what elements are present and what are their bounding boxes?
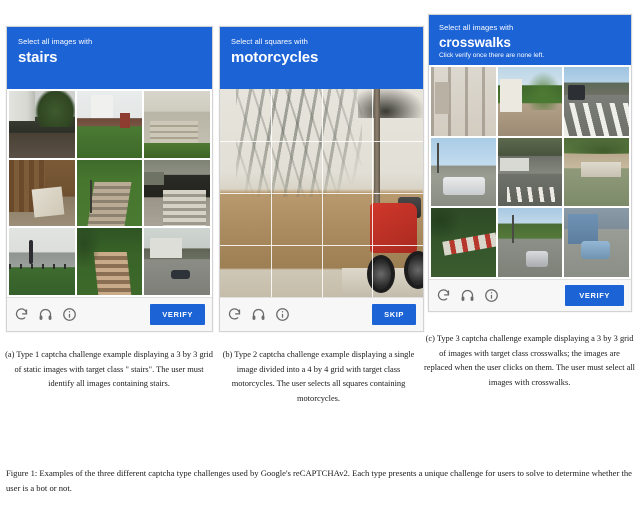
subcaption-a: (a) Type 1 captcha challenge example dis… xyxy=(4,348,214,392)
captcha-tile[interactable] xyxy=(431,67,496,136)
captcha-prompt: Select all images with xyxy=(439,23,514,32)
figure-page: Select all images with stairs VERIFY Sel… xyxy=(0,0,637,507)
captcha-tile[interactable] xyxy=(76,228,143,295)
captcha-tile[interactable] xyxy=(76,91,143,158)
subcaption-text: Type 3 captcha challenge example display… xyxy=(424,334,636,387)
captcha-panel-crosswalks[interactable]: Select all images with crosswalks Click … xyxy=(428,14,632,312)
captcha-tile[interactable] xyxy=(9,91,75,158)
captcha-panel-row: Select all images with stairs VERIFY Sel… xyxy=(0,0,637,332)
captcha-header: Select all images with crosswalks Click … xyxy=(429,15,631,65)
captcha-tile[interactable] xyxy=(564,208,629,277)
captcha-tile[interactable] xyxy=(564,137,629,207)
captcha-tile[interactable] xyxy=(564,67,629,136)
info-icon[interactable] xyxy=(62,307,77,322)
captcha-target-class: motorcycles xyxy=(231,49,319,66)
captcha-card: Select all images with crosswalks Click … xyxy=(428,14,632,312)
subcaption-text: Type 2 captcha challenge example display… xyxy=(231,350,415,403)
captcha-image-grid[interactable] xyxy=(7,89,212,297)
captcha-single-image-grid[interactable] xyxy=(220,89,423,297)
captcha-target-class: stairs xyxy=(18,49,58,66)
captcha-tile[interactable] xyxy=(497,137,563,207)
captcha-tile[interactable] xyxy=(144,228,210,295)
captcha-tile[interactable] xyxy=(9,228,75,295)
captcha-header: Select all squares with motorcycles xyxy=(220,27,423,89)
captcha-panel-stairs[interactable]: Select all images with stairs VERIFY xyxy=(6,26,213,332)
captcha-tile[interactable] xyxy=(431,208,496,277)
captcha-prompt: Select all images with xyxy=(18,37,93,46)
subcaption-label: (c) xyxy=(425,334,435,343)
refresh-icon[interactable] xyxy=(227,307,242,322)
subcaption-label: (a) xyxy=(5,350,15,359)
captcha-prompt: Select all squares with xyxy=(231,37,308,46)
subcaption-b: (b) Type 2 captcha challenge example dis… xyxy=(216,348,421,406)
skip-button[interactable]: SKIP xyxy=(372,304,416,325)
captcha-footer: SKIP xyxy=(220,297,423,331)
captcha-tile[interactable] xyxy=(144,159,210,227)
verify-button[interactable]: VERIFY xyxy=(565,285,624,306)
refresh-icon[interactable] xyxy=(14,307,29,322)
captcha-card: Select all squares with motorcycles SKIP xyxy=(219,26,424,332)
audio-icon[interactable] xyxy=(251,307,266,322)
captcha-tile[interactable] xyxy=(144,91,210,158)
info-icon[interactable] xyxy=(275,307,290,322)
subcaption-row: (a) Type 1 captcha challenge example dis… xyxy=(0,330,637,440)
captcha-target-class: crosswalks xyxy=(439,35,511,50)
captcha-tile[interactable] xyxy=(497,208,563,277)
captcha-header: Select all images with stairs xyxy=(7,27,212,89)
captcha-tile[interactable] xyxy=(497,67,563,136)
audio-icon[interactable] xyxy=(460,288,475,303)
grid-overlay-lines xyxy=(220,89,423,297)
info-icon[interactable] xyxy=(484,288,499,303)
captcha-panel-motorcycles[interactable]: Select all squares with motorcycles SKIP xyxy=(219,26,424,332)
audio-icon[interactable] xyxy=(38,307,53,322)
captcha-tile[interactable] xyxy=(431,137,496,207)
subcaption-c: (c) Type 3 captcha challenge example dis… xyxy=(424,332,635,390)
captcha-image-grid[interactable] xyxy=(429,65,631,279)
captcha-tile[interactable] xyxy=(9,159,75,227)
subcaption-text: Type 1 captcha challenge example display… xyxy=(14,350,213,388)
subcaption-label: (b) xyxy=(222,350,233,359)
captcha-hint: Click verify once there are none left. xyxy=(439,52,545,59)
captcha-footer: VERIFY xyxy=(429,279,631,311)
figure-caption: Figure 1: Examples of the three differen… xyxy=(6,468,632,493)
captcha-card: Select all images with stairs VERIFY xyxy=(6,26,213,332)
captcha-footer: VERIFY xyxy=(7,297,212,331)
captcha-tile[interactable] xyxy=(76,159,143,227)
verify-button[interactable]: VERIFY xyxy=(150,304,205,325)
refresh-icon[interactable] xyxy=(436,288,451,303)
